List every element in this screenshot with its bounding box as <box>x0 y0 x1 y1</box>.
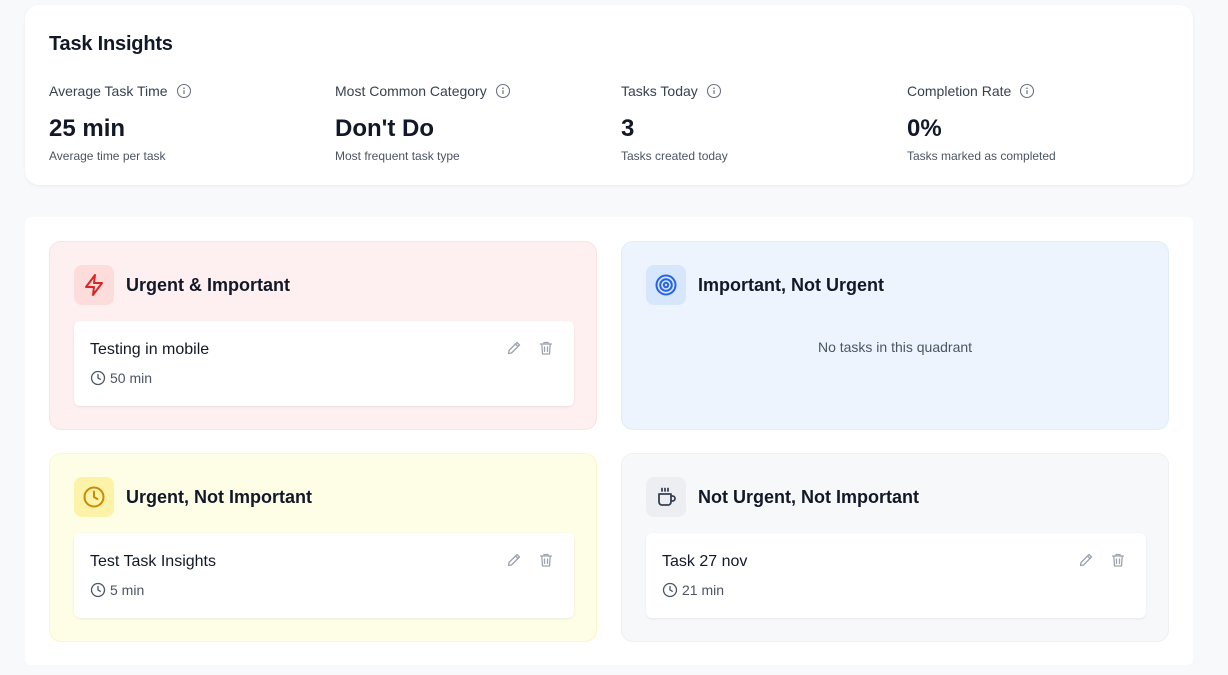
stat-description: Average time per task <box>49 149 166 163</box>
stat-most-common-category: Most Common Category Don't Do Most frequ… <box>335 83 615 163</box>
stat-label: Tasks Today <box>621 83 698 99</box>
stat-description: Tasks marked as completed <box>907 149 1056 163</box>
info-icon[interactable] <box>706 83 722 99</box>
stat-label: Completion Rate <box>907 83 1012 99</box>
task-time-text: 50 min <box>110 370 153 386</box>
eisenhower-matrix: Urgent & Important Testing in mobile 50 … <box>25 217 1193 665</box>
edit-icon[interactable] <box>506 551 522 569</box>
quadrant-not-urgent-not-important: Not Urgent, Not Important Task 27 nov 21… <box>621 453 1169 642</box>
stat-value: 3 <box>621 115 635 142</box>
quadrant-important-not-urgent: Important, Not Urgent No tasks in this q… <box>621 241 1169 430</box>
stat-value: Don't Do <box>335 115 435 142</box>
quadrant-urgent-important: Urgent & Important Testing in mobile 50 … <box>49 241 597 430</box>
info-icon[interactable] <box>176 83 192 99</box>
task-duration: 50 min <box>90 370 152 386</box>
task-card[interactable]: Task 27 nov 21 min <box>646 533 1146 618</box>
stat-value: 25 min <box>49 115 126 142</box>
task-time-text: 5 min <box>110 582 145 598</box>
lightning-icon <box>74 265 114 305</box>
stat-description: Most frequent task type <box>335 149 460 163</box>
task-card[interactable]: Test Task Insights 5 min <box>74 533 574 618</box>
stat-label: Average Task Time <box>49 83 168 99</box>
task-card[interactable]: Testing in mobile 50 min <box>74 321 574 406</box>
clock-icon <box>74 477 114 517</box>
quadrant-title: Not Urgent, Not Important <box>698 486 919 507</box>
task-duration: 5 min <box>90 582 144 598</box>
stat-value: 0% <box>907 115 942 142</box>
trash-icon[interactable] <box>538 551 554 569</box>
info-icon[interactable] <box>1019 83 1035 99</box>
task-name: Test Task Insights <box>90 553 216 570</box>
clock-icon <box>90 370 106 386</box>
insights-title: Task Insights <box>49 33 173 55</box>
stat-description: Tasks created today <box>621 149 728 163</box>
task-duration: 21 min <box>662 582 724 598</box>
stat-label: Most Common Category <box>335 83 487 99</box>
target-icon <box>646 265 686 305</box>
empty-state-text: No tasks in this quadrant <box>817 339 973 355</box>
stat-completion-rate: Completion Rate 0% Tasks marked as compl… <box>907 83 1187 163</box>
trash-icon[interactable] <box>538 339 554 357</box>
quadrant-title: Important, Not Urgent <box>698 274 884 295</box>
coffee-cup-icon <box>646 477 686 517</box>
task-name: Task 27 nov <box>662 553 748 570</box>
task-insights-panel: Task Insights Average Task Time 25 min A… <box>25 5 1193 185</box>
stat-average-task-time: Average Task Time 25 min Average time pe… <box>49 83 329 163</box>
stat-tasks-today: Tasks Today 3 Tasks created today <box>621 83 901 163</box>
info-icon[interactable] <box>495 83 511 99</box>
clock-icon <box>662 582 678 598</box>
quadrant-urgent-not-important: Urgent, Not Important Test Task Insights… <box>49 453 597 642</box>
trash-icon[interactable] <box>1110 551 1126 569</box>
quadrant-title: Urgent & Important <box>126 274 290 295</box>
task-name: Testing in mobile <box>90 341 210 358</box>
edit-icon[interactable] <box>506 339 522 357</box>
clock-icon <box>90 582 106 598</box>
task-time-text: 21 min <box>682 582 725 598</box>
edit-icon[interactable] <box>1078 551 1094 569</box>
quadrant-title: Urgent, Not Important <box>126 486 312 507</box>
